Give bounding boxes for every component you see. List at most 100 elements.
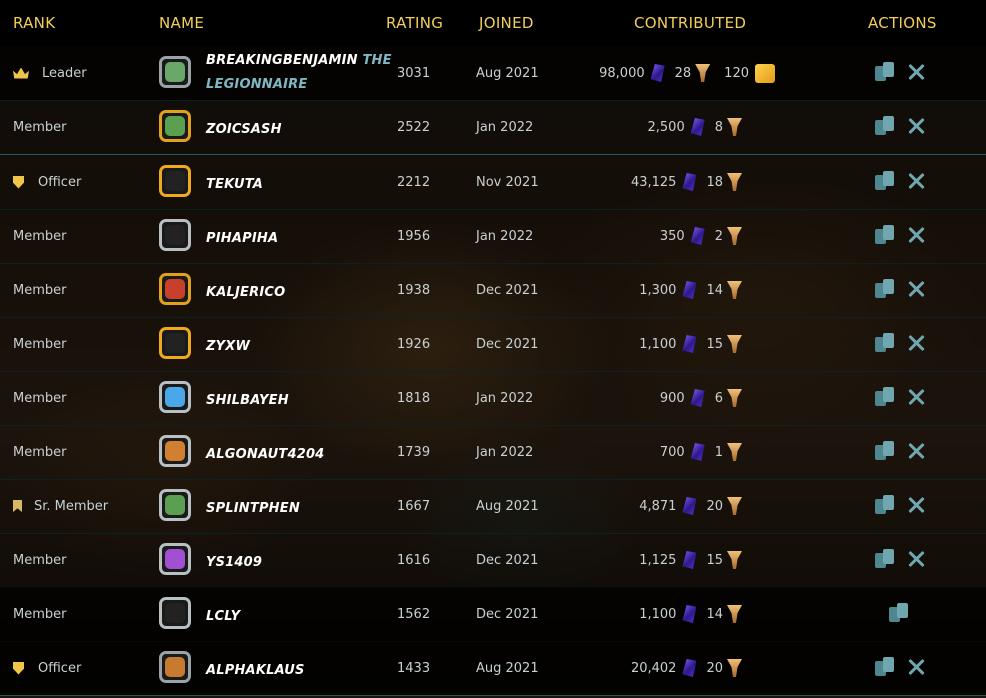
member-name[interactable]: BREAKINGBENJAMIN THE LEGIONNAIRE [206,49,392,97]
trophies-value: 14 [706,282,723,298]
member-name[interactable]: SPLINTPHEN [206,479,300,535]
rank-label: Leader [42,65,87,81]
avatar[interactable] [159,489,191,521]
avatar[interactable] [159,327,191,359]
table-row[interactable]: Leader BREAKINGBENJAMIN THE LEGIONNAIRE 303… [0,46,986,101]
challenge-swords-icon[interactable] [906,279,926,299]
header-rank[interactable]: RANK [13,14,55,32]
avatar[interactable] [159,543,191,575]
rank-cell: Sr. Member [13,479,108,533]
table-row[interactable]: Member YS1409 1616 Dec 2021 1,125 15 [0,533,986,588]
rating-cell: 1433 [397,660,431,676]
avatar[interactable] [159,381,191,413]
contributed-cell: 2,500 8 [648,100,742,154]
view-cards-icon[interactable] [875,387,895,407]
avatar[interactable] [159,435,191,467]
challenge-swords-icon[interactable] [906,333,926,353]
scroll-icon [755,63,775,83]
challenge-swords-icon[interactable] [906,495,926,515]
avatar[interactable] [159,110,191,142]
table-row[interactable]: Sr. Member SPLINTPHEN 1667 Aug 2021 4,871 20 [0,479,986,534]
header-contributed[interactable]: CONTRIBUTED [634,14,746,32]
header-rating[interactable]: RATING [386,14,443,32]
view-cards-icon[interactable] [875,333,895,353]
trophies-value: 18 [706,174,723,190]
joined-cell: Dec 2021 [476,606,539,622]
trophy-icon [727,389,742,407]
rating-cell: 2212 [397,174,431,190]
table-row[interactable]: Member ZOICSASH 2522 Jan 2022 2,500 8 [0,100,986,155]
view-cards-icon[interactable] [875,225,895,245]
member-name[interactable]: LCLY [206,587,240,643]
rank-cell: Officer [13,155,81,209]
view-cards-icon[interactable] [875,279,895,299]
challenge-swords-icon[interactable] [906,549,926,569]
joined-cell: Jan 2022 [476,119,534,135]
contributed-cell: 1,100 15 [639,317,742,371]
view-cards-icon[interactable] [875,441,895,461]
gems-value: 1,125 [639,552,677,568]
avatar[interactable] [159,273,191,305]
trophies-value: 6 [714,390,723,406]
joined-cell: Dec 2021 [476,336,539,352]
view-cards-icon[interactable] [889,603,909,623]
gem-icon [682,605,697,623]
joined-cell: Dec 2021 [476,552,539,568]
view-cards-icon[interactable] [875,657,895,677]
view-cards-icon[interactable] [875,116,895,136]
member-name[interactable]: ALPHAKLAUS [206,641,305,697]
rating-cell: 1667 [397,498,431,514]
table-row[interactable]: Member KALJERICO 1938 Dec 2021 1,300 14 [0,263,986,318]
table-row[interactable]: Member LCLY 1562 Dec 2021 1,100 14 [0,587,986,642]
gems-value: 1,100 [639,606,677,622]
view-cards-icon[interactable] [875,495,895,515]
member-name[interactable]: KALJERICO [206,263,285,319]
table-row[interactable]: Member SHILBAYEH 1818 Jan 2022 900 6 [0,371,986,426]
table-row[interactable]: Member PIHAPIHA 1956 Jan 2022 350 2 [0,209,986,264]
view-cards-icon[interactable] [875,62,895,82]
joined-cell: Aug 2021 [476,660,539,676]
member-name[interactable]: SHILBAYEH [206,371,289,427]
rank-cell: Member [13,425,66,479]
trophy-icon [727,173,742,191]
challenge-swords-icon[interactable] [906,657,926,677]
member-name[interactable]: YS1409 [206,533,262,589]
rank-label: Member [13,119,67,135]
member-name[interactable]: TEKUTA [206,155,263,211]
gem-icon [650,64,665,82]
gems-value: 20,402 [630,660,677,676]
gem-icon [690,227,705,245]
table-row[interactable]: Member ZYXW 1926 Dec 2021 1,100 15 [0,317,986,372]
avatar[interactable] [159,165,191,197]
avatar[interactable] [159,219,191,251]
challenge-swords-icon[interactable] [906,225,926,245]
contributed-cell: 20,402 20 [631,641,742,695]
view-cards-icon[interactable] [875,171,895,191]
table-row[interactable]: Officer TEKUTA 2212 Nov 2021 43,125 18 [0,155,986,210]
table-row[interactable]: Officer ALPHAKLAUS 1433 Aug 2021 20,402 20 [0,641,986,696]
table-row[interactable]: Member ALGONAUT4204 1739 Jan 2022 700 1 [0,425,986,480]
member-name[interactable]: ZOICSASH [206,100,282,156]
joined-cell: Nov 2021 [476,174,539,190]
member-name[interactable]: ZYXW [206,317,250,373]
header-joined[interactable]: JOINED [479,14,534,32]
avatar[interactable] [159,56,191,88]
trophy-icon [727,659,742,677]
challenge-swords-icon[interactable] [906,62,926,82]
member-name[interactable]: PIHAPIHA [206,209,278,265]
challenge-swords-icon[interactable] [906,441,926,461]
contributed-cell: 98,000 28 120 [599,46,775,100]
gem-icon [682,173,697,191]
trophy-icon [695,64,711,82]
challenge-swords-icon[interactable] [906,387,926,407]
avatar[interactable] [159,651,191,683]
view-cards-icon[interactable] [875,549,895,569]
challenge-swords-icon[interactable] [906,171,926,191]
rank-label: Member [13,228,67,244]
avatar[interactable] [159,597,191,629]
challenge-swords-icon[interactable] [906,116,926,136]
header-name[interactable]: NAME [159,14,204,32]
member-name[interactable]: ALGONAUT4204 [206,425,324,481]
rating-cell: 1616 [397,552,431,568]
rating-cell: 1739 [397,444,431,460]
